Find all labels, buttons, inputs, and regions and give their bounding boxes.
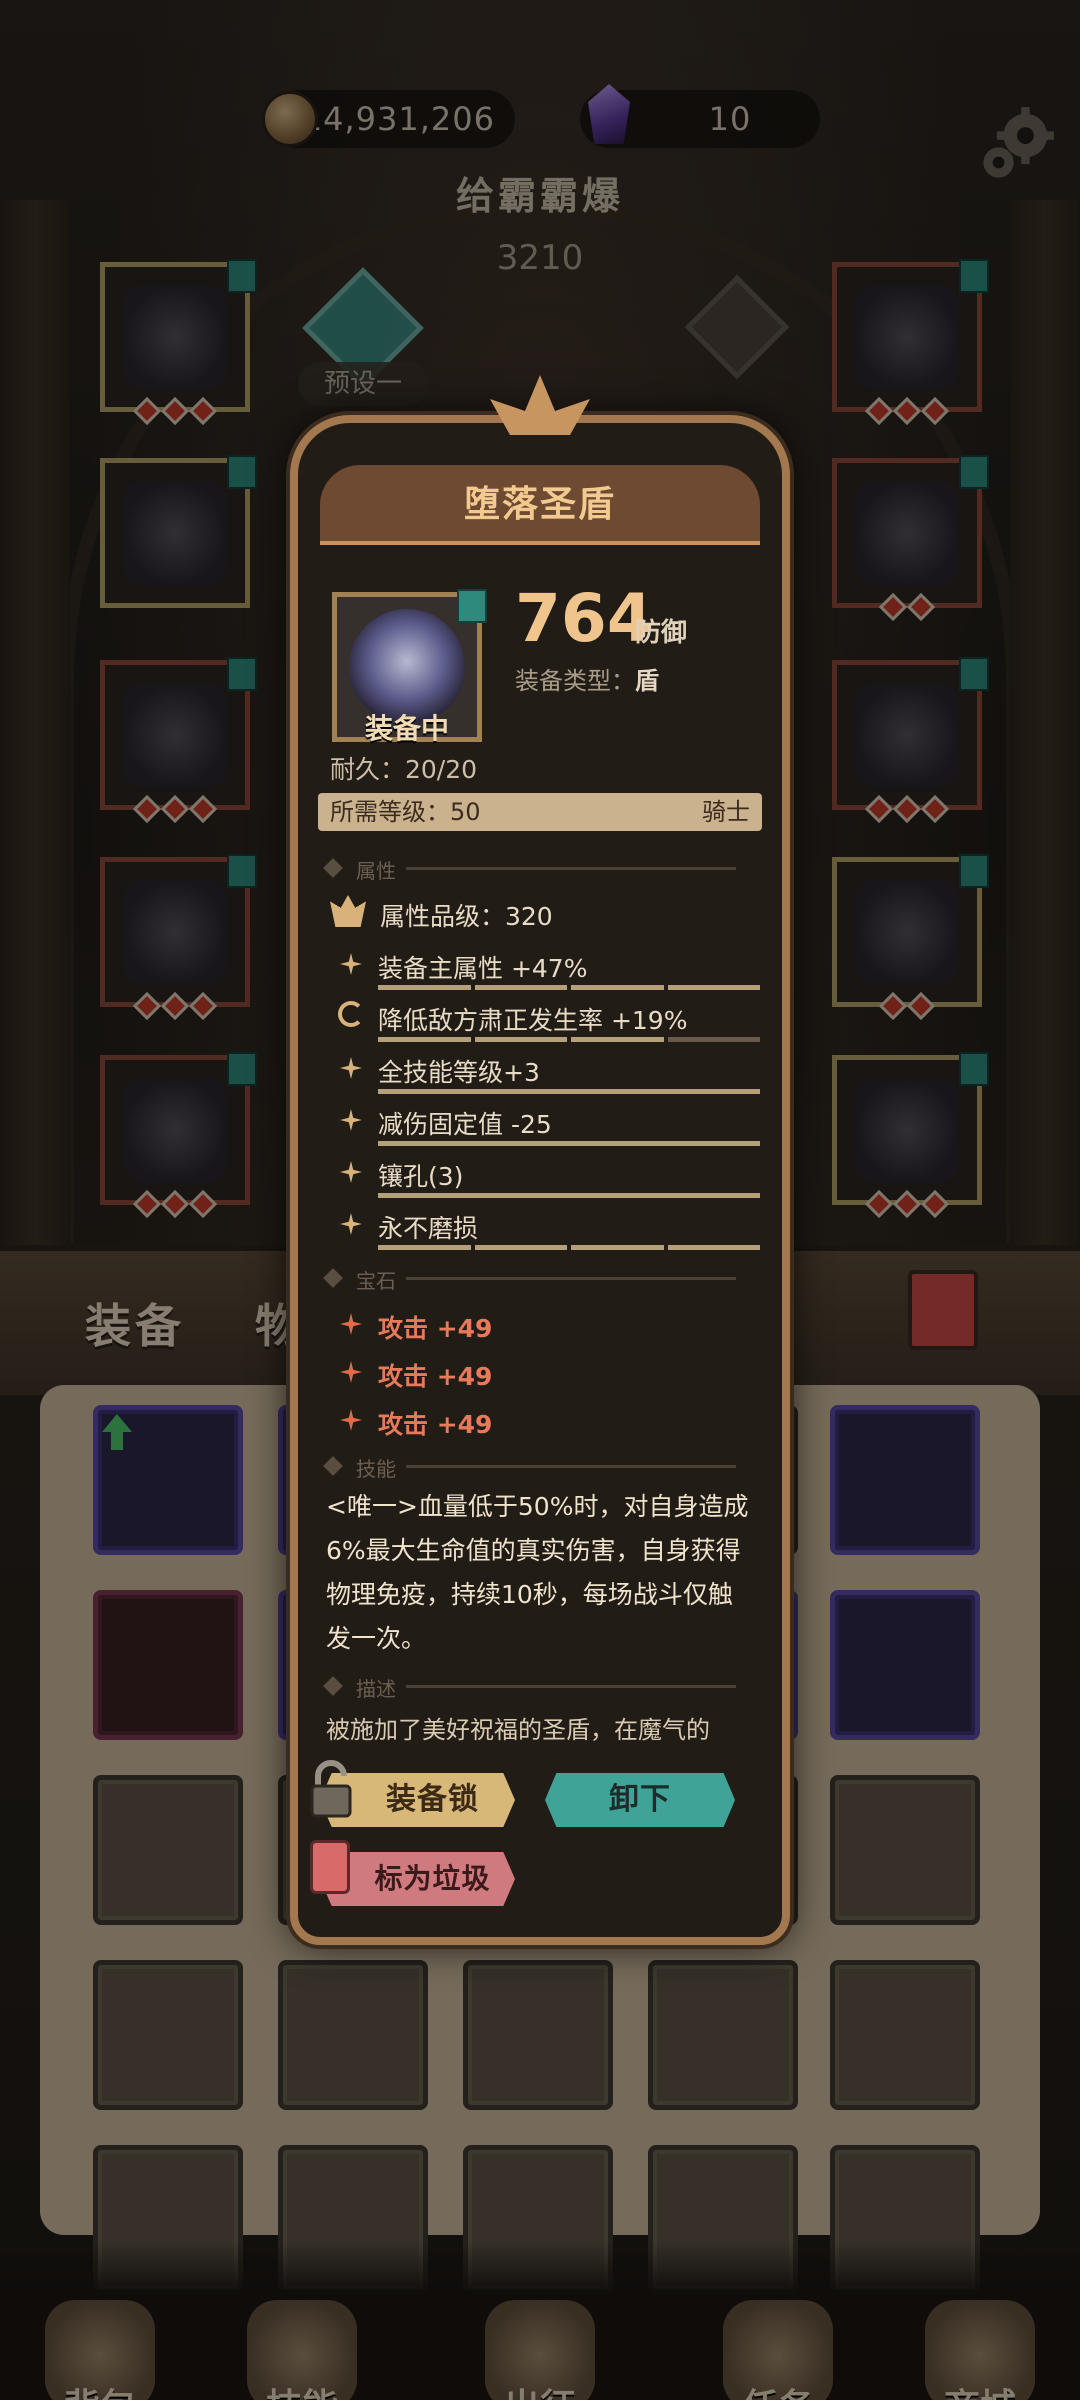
section-gems-label: 宝石 <box>356 1269 396 1293</box>
section-skills: 技能 <box>326 1451 756 1481</box>
equip-type-label: 装备类型： <box>515 667 635 695</box>
class-requirement: 骑士 <box>702 798 750 826</box>
requirement-bar: 所需等级：50 骑士 <box>318 793 762 831</box>
defense-unit: 防御 <box>635 618 688 648</box>
star-icon <box>340 1361 362 1383</box>
section-attributes: 属性 <box>326 853 756 883</box>
equipped-label: 装备中 <box>364 712 449 745</box>
attribute-row: 降低敌方肃正发生率 +19% <box>338 999 760 1049</box>
skill-description: <唯一>血量低于50%时，对自身造成6%最大生命值的真实伤害，自身获得物理免疫，… <box>326 1492 749 1653</box>
star-icon <box>340 953 362 975</box>
attribute-row: 减伤固定值 -25 <box>340 1103 760 1153</box>
equip-type: 装备类型：盾 <box>515 661 659 696</box>
attribute-rating <box>378 1037 760 1042</box>
refresh-icon <box>338 1001 364 1027</box>
attribute-rating <box>378 1089 760 1094</box>
gem-text: 攻击 +49 <box>378 1362 493 1391</box>
padlock-icon <box>310 1760 352 1818</box>
section-description-label: 描述 <box>356 1677 396 1701</box>
attribute-text: 永不磨损 <box>378 1214 479 1243</box>
equip-type-value: 盾 <box>635 667 659 695</box>
durability: 耐久：20/20 <box>330 755 478 784</box>
attribute-row: 永不磨损 <box>340 1207 760 1257</box>
section-gems: 宝石 <box>326 1263 756 1293</box>
attribute-text: 装备主属性 +47% <box>378 954 588 983</box>
attribute-text: 降低敌方肃正发生率 +19% <box>378 1006 688 1035</box>
star-icon <box>340 1057 362 1079</box>
defense-value: 764 <box>515 580 653 657</box>
attribute-row: 全技能等级+3 <box>340 1051 760 1101</box>
unequip-button[interactable]: 卸下 <box>545 1773 735 1827</box>
junk-bin-icon <box>310 1840 350 1894</box>
section-skills-label: 技能 <box>356 1457 396 1481</box>
attribute-rating <box>378 1141 760 1146</box>
star-icon <box>340 1213 362 1235</box>
attribute-row: 镶孔(3) <box>340 1155 760 1205</box>
item-detail-popup: 堕落圣盾 装备中 764 防御 装备类型：盾 耐久：20/20 所需等级：50 … <box>290 375 790 1945</box>
section-description: 描述 <box>326 1671 756 1701</box>
attribute-row: 装备主属性 +47% <box>340 947 760 997</box>
star-icon <box>340 1161 362 1183</box>
gem-text: 攻击 +49 <box>378 1410 493 1439</box>
level-requirement: 所需等级：50 <box>330 798 481 826</box>
attribute-text: 减伤固定值 -25 <box>378 1110 552 1139</box>
star-icon <box>340 1313 362 1335</box>
gem-row: 攻击 +49 <box>340 1355 760 1405</box>
section-attributes-label: 属性 <box>356 859 396 883</box>
quality-text: 属性品级：320 <box>380 902 553 931</box>
attribute-rating <box>378 1245 760 1250</box>
gem-row: 攻击 +49 <box>340 1307 760 1357</box>
quality-row: 属性品级：320 <box>330 895 750 945</box>
attribute-rating <box>378 1193 760 1198</box>
gem-row: 攻击 +49 <box>340 1403 760 1453</box>
lock-tag-icon <box>457 589 487 623</box>
attribute-text: 镶孔(3) <box>378 1162 464 1191</box>
flavor-text: 被施加了美好祝福的圣盾，在魔气的 <box>326 1716 710 1744</box>
attribute-text: 全技能等级+3 <box>378 1058 540 1087</box>
lotus-icon <box>330 895 366 927</box>
gem-text: 攻击 +49 <box>378 1314 493 1343</box>
item-title: 堕落圣盾 <box>320 465 760 545</box>
attribute-rating <box>378 985 760 990</box>
star-icon <box>340 1409 362 1431</box>
star-icon <box>340 1109 362 1131</box>
